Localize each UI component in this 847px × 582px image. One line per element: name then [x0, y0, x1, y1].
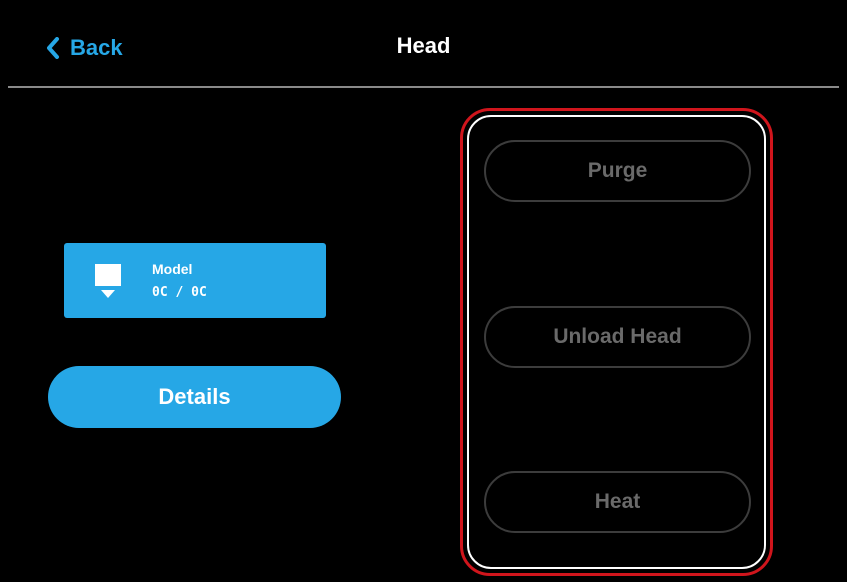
- heat-button[interactable]: Heat: [484, 471, 751, 533]
- header-divider: [8, 86, 839, 88]
- head-screen: Back Head Model 0C / 0C Details Purge Un…: [0, 0, 847, 582]
- model-head-card[interactable]: Model 0C / 0C: [64, 243, 326, 318]
- page-title: Head: [396, 33, 451, 58]
- details-button[interactable]: Details: [48, 366, 341, 428]
- header-bar: Back Head: [0, 0, 847, 88]
- print-head-icon: [95, 264, 121, 305]
- model-label: Model: [152, 261, 193, 277]
- purge-button[interactable]: Purge: [484, 140, 751, 202]
- model-temperature: 0C / 0C: [152, 285, 207, 300]
- unload-head-button[interactable]: Unload Head: [484, 306, 751, 368]
